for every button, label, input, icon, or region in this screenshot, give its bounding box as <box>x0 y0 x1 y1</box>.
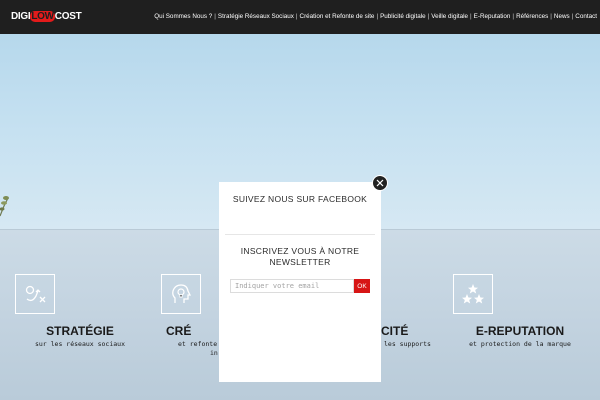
ok-submit-button[interactable]: OK <box>354 279 370 293</box>
feature-title: E-REPUTATION <box>475 324 565 338</box>
main-menu: Qui Sommes Nous ? | Stratégie Réseaux So… <box>154 12 597 21</box>
newsletter-form: OK <box>230 279 370 293</box>
nav-separator: | <box>470 13 472 20</box>
logo-text-low: LOW <box>30 11 55 22</box>
nav-separator: | <box>295 13 298 20</box>
nav-separator: | <box>571 13 574 20</box>
facebook-follow-heading: SUIVEZ NOUS SUR FACEBOOK <box>232 194 368 204</box>
nav-separator: | <box>376 13 379 20</box>
newsletter-popup: SUIVEZ NOUS SUR FACEBOOK INSCRIVEZ VOUS … <box>219 182 381 382</box>
logo-text-cost: COST <box>54 11 82 22</box>
close-popup-button[interactable] <box>372 175 388 191</box>
lightbulb-head-icon <box>161 274 201 314</box>
newsletter-heading-line1: INSCRIVEZ VOUS À NOTRE <box>240 246 360 256</box>
nav-qui-sommes-nous[interactable]: Qui Sommes Nous ? <box>154 12 212 21</box>
feature-title: CITÉ <box>381 324 409 338</box>
feature-subtitle: et protection de la marque <box>469 340 571 348</box>
stars-icon <box>453 274 493 314</box>
nav-contact[interactable]: Contact <box>575 12 597 21</box>
nav-strategie-reseaux-sociaux[interactable]: Stratégie Réseaux Sociaux <box>218 12 294 21</box>
nav-separator: | <box>550 13 552 20</box>
nav-news[interactable]: News <box>554 12 570 21</box>
nav-separator: | <box>427 13 430 20</box>
nav-e-reputation[interactable]: E-Reputation <box>474 12 511 21</box>
feature-publicite[interactable]: CITÉ les supports <box>381 274 441 354</box>
email-input[interactable] <box>230 279 354 293</box>
newsletter-heading-line2: NEWSLETTER <box>269 257 331 267</box>
feature-subtitle: les supports <box>384 340 431 348</box>
feature-strategie[interactable]: STRATÉGIE sur les réseaux sociaux <box>0 274 160 354</box>
feature-subtitle: sur les réseaux sociaux <box>34 340 125 348</box>
digilowcost-logo[interactable]: DIGILOWCOST <box>11 11 82 23</box>
nav-separator: | <box>512 13 515 20</box>
close-icon <box>376 179 384 187</box>
nav-references[interactable]: Références <box>516 12 548 21</box>
popup-divider <box>225 234 375 235</box>
feature-e-reputation[interactable]: E-REPUTATION et protection de la marque <box>440 274 600 354</box>
plant-sprig-image <box>0 196 9 217</box>
nav-veille-digitale[interactable]: Veille digitale <box>431 12 468 21</box>
strategy-play-icon <box>15 274 55 314</box>
nav-separator: | <box>214 13 216 20</box>
feature-creation[interactable]: CRÉ et refonte in <box>160 274 220 374</box>
logo-text-digi: DIGI <box>11 11 31 22</box>
nav-creation-refonte-site[interactable]: Création et Refonte de site <box>300 12 375 21</box>
nav-publicite-digitale[interactable]: Publicité digitale <box>380 12 426 21</box>
newsletter-heading: INSCRIVEZ VOUS À NOTRE NEWSLETTER <box>219 246 381 268</box>
feature-title: CRÉ <box>166 324 192 338</box>
feature-title: STRATÉGIE <box>46 324 114 338</box>
top-navigation-bar: DIGILOWCOST Qui Sommes Nous ? | Stratégi… <box>0 0 600 34</box>
